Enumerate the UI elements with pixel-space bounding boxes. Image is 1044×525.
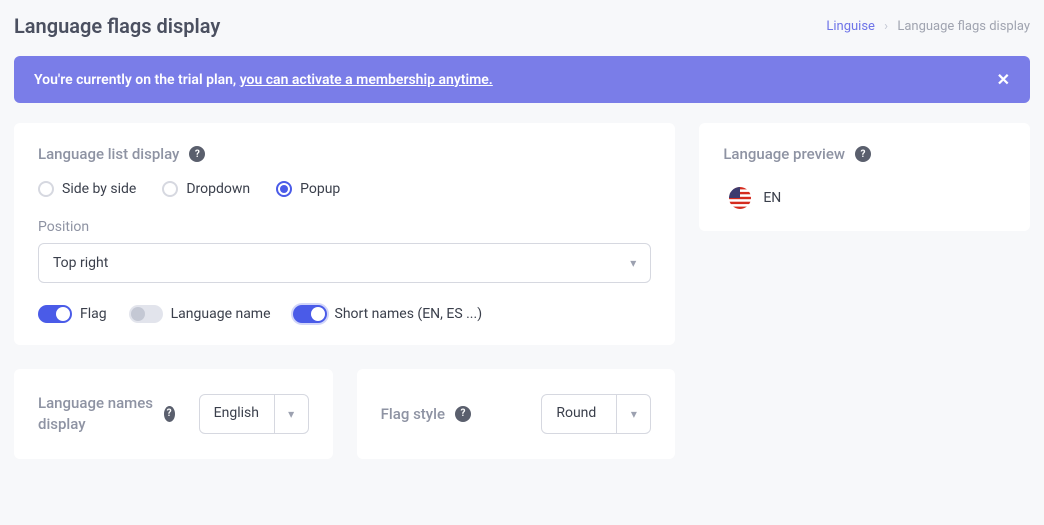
preview-title-text: Language preview [723,145,845,163]
list-display-title: Language list display ? [38,145,651,163]
toggle-short-names[interactable] [293,305,327,323]
position-label: Position [38,219,651,235]
preview-title: Language preview ? [723,145,1006,163]
radio-popup[interactable]: Popup [276,181,340,197]
list-display-title-text: Language list display [38,145,179,163]
banner-close-button[interactable]: ✕ [997,70,1010,89]
breadcrumb: Linguise › Language flags display [826,19,1030,34]
toggle-language-name-item: Language name [129,305,271,323]
flag-style-title: Flag style ? [381,404,518,425]
flag-style-value: Round [542,395,616,433]
names-display-title: Language names display ? [38,393,175,435]
banner-text: You're currently on the trial plan, you … [34,72,493,88]
toggle-flag-item: Flag [38,305,107,323]
radio-icon [38,181,54,197]
radio-label: Dropdown [186,181,250,197]
breadcrumb-separator: › [884,19,888,34]
names-display-title-text: Language names display [38,393,154,435]
language-list-display-card: Language list display ? Side by side Dro… [14,123,675,345]
breadcrumb-current: Language flags display [897,19,1030,34]
position-select[interactable]: Top right ▾ [38,243,651,283]
toggle-language-name-label: Language name [171,306,271,322]
language-names-display-card: Language names display ? English ▾ [14,369,333,459]
radio-icon [162,181,178,197]
flag-style-title-text: Flag style [381,404,445,425]
radio-label: Popup [300,181,340,197]
page-title: Language flags display [14,14,220,38]
toggle-short-names-item: Short names (EN, ES ...) [293,305,483,323]
radio-label: Side by side [62,181,136,197]
preview-code: EN [763,190,781,206]
flag-style-card: Flag style ? Round ▾ [357,369,676,459]
breadcrumb-root-link[interactable]: Linguise [826,19,875,34]
position-select-value: Top right [53,255,108,271]
toggle-row: Flag Language name Short names (EN, ES .… [38,305,651,323]
banner-activate-link[interactable]: you can activate a membership anytime. [240,72,493,88]
radio-dropdown[interactable]: Dropdown [162,181,250,197]
banner-prefix: You're currently on the trial plan, [34,72,240,88]
radio-icon [276,181,292,197]
help-icon[interactable]: ? [164,406,175,422]
chevron-down-icon: ▾ [630,256,636,270]
preview-item: EN [723,181,1006,209]
chevron-down-icon: ▾ [616,395,650,433]
help-icon[interactable]: ? [455,406,471,422]
radio-side-by-side[interactable]: Side by side [38,181,136,197]
toggle-short-names-label: Short names (EN, ES ...) [335,306,483,322]
toggle-flag[interactable] [38,305,72,323]
help-icon[interactable]: ? [189,146,205,162]
language-preview-card: Language preview ? EN [699,123,1030,231]
chevron-down-icon: ▾ [274,395,308,433]
names-display-select[interactable]: English ▾ [199,394,309,434]
names-display-value: English [200,395,274,433]
help-icon[interactable]: ? [855,146,871,162]
flag-style-select[interactable]: Round ▾ [541,394,651,434]
display-mode-radiogroup: Side by side Dropdown Popup [38,181,651,197]
us-flag-icon [729,187,751,209]
trial-banner: You're currently on the trial plan, you … [14,56,1030,103]
page-header: Language flags display Linguise › Langua… [14,14,1030,38]
toggle-flag-label: Flag [80,306,107,322]
toggle-language-name[interactable] [129,305,163,323]
